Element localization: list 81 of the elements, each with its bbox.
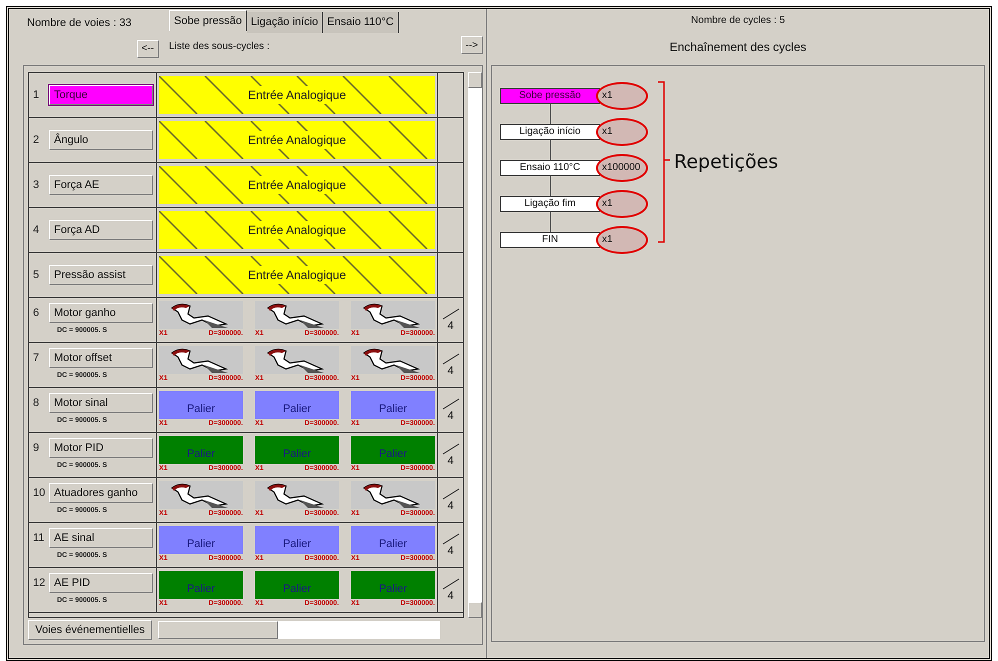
cycle-item[interactable]: Ligação fim [500,196,600,212]
channel-number: 3 [33,178,40,193]
channel-name-button[interactable]: Motor sinal [49,393,153,414]
slope-icon [442,308,460,320]
slope-icon [442,443,460,455]
ramp-segment[interactable] [351,346,435,374]
step-count: 4 [447,410,454,422]
cycle-item[interactable]: Ensaio 110°C [500,160,600,176]
cycle-item[interactable]: Ligação início [500,124,600,140]
cycle-item[interactable]: FIN [500,232,600,248]
analog-input-bar[interactable]: Entrée Analogique [159,76,435,114]
plateau-segment[interactable]: Palier [351,526,435,554]
step-count: 4 [447,365,454,377]
tab[interactable]: Ligação início [246,12,324,33]
event-channels-button[interactable]: Voies événementielles [28,620,152,640]
channel-name-button[interactable]: Motor offset [49,348,153,368]
channel-number: 1 [33,88,40,103]
channel-name-button[interactable]: Torque [49,85,153,105]
slope-icon [442,533,460,545]
next-button[interactable]: --> [460,36,483,54]
plateau-segment[interactable]: Palier [159,526,243,554]
channel-name-button[interactable]: AE PID [49,573,153,594]
step-count: 4 [447,590,454,602]
channel-number: 6 [33,306,40,321]
slope-icon [442,353,460,365]
analog-input-bar[interactable]: Entrée Analogique [159,211,435,249]
ramp-segment[interactable] [159,346,243,374]
annotation-label: Repetições [674,150,778,175]
channel-number: 11 [33,531,45,546]
analog-input-bar[interactable]: Entrée Analogique [159,121,435,159]
ramp-segment[interactable] [255,346,339,374]
channel-number: 5 [33,268,40,283]
horizontal-scrollbar[interactable] [158,621,440,639]
plateau-segment[interactable]: Palier [255,391,339,419]
subcycles-label: Liste des sous-cycles : [169,40,271,54]
ramp-segment[interactable] [159,301,243,329]
repeat-count: x100000 [596,154,648,182]
plateau-segment[interactable]: Palier [351,391,435,419]
channel-number: 9 [33,441,40,456]
analog-input-bar[interactable]: Entrée Analogique [159,256,435,294]
tab[interactable]: Sobe pressão [169,10,247,31]
ramp-segment[interactable] [255,481,339,509]
ramp-segment[interactable] [351,301,435,329]
channel-name-button[interactable]: Força AD [49,220,153,240]
repeat-count: x1 [596,190,648,218]
channel-name-button[interactable]: AE sinal [49,528,153,548]
slope-icon [442,488,460,500]
channel-number: 2 [33,132,40,148]
slope-icon [442,578,460,590]
cycle-item[interactable]: Sobe pressão [500,88,600,104]
channel-number: 12 [33,576,45,591]
plateau-segment[interactable]: Palier [159,391,243,419]
repeat-count: x1 [596,82,648,110]
plateau-segment[interactable]: Palier [255,526,339,554]
previous-button[interactable]: <-- [136,40,159,58]
ramp-segment[interactable] [255,301,339,329]
step-count: 4 [447,545,454,557]
channel-name-button[interactable]: Atuadores ganho [49,483,153,504]
channel-name-button[interactable]: Motor ganho [49,303,153,324]
repeat-count: x1 [596,226,648,254]
channel-name-button[interactable]: Ângulo [49,130,153,150]
step-count: 4 [447,500,454,512]
ramp-segment[interactable] [159,481,243,509]
channel-number: 7 [33,351,40,366]
channel-name-button[interactable]: Pressão assist [49,265,153,285]
vertical-scrollbar[interactable] [468,72,482,618]
cycle-count: Nombre de cycles : 5 [691,14,785,28]
channel-number: 8 [33,396,40,411]
channel-number: 4 [33,222,40,238]
channel-count: Nombre de voies : 33 [26,16,133,31]
channel-name-button[interactable]: Força AE [49,175,153,195]
channel-name-button[interactable]: Motor PID [49,438,153,458]
tab[interactable]: Ensaio 110°C [323,12,399,33]
panel-title: Enchaînement des cycles [670,39,806,56]
step-count: 4 [447,320,454,332]
slope-icon [442,398,460,410]
step-count: 4 [447,455,454,467]
channel-number: 10 [33,486,45,501]
repeat-count: x1 [596,118,648,146]
analog-input-bar[interactable]: Entrée Analogique [159,166,435,204]
ramp-segment[interactable] [351,481,435,509]
